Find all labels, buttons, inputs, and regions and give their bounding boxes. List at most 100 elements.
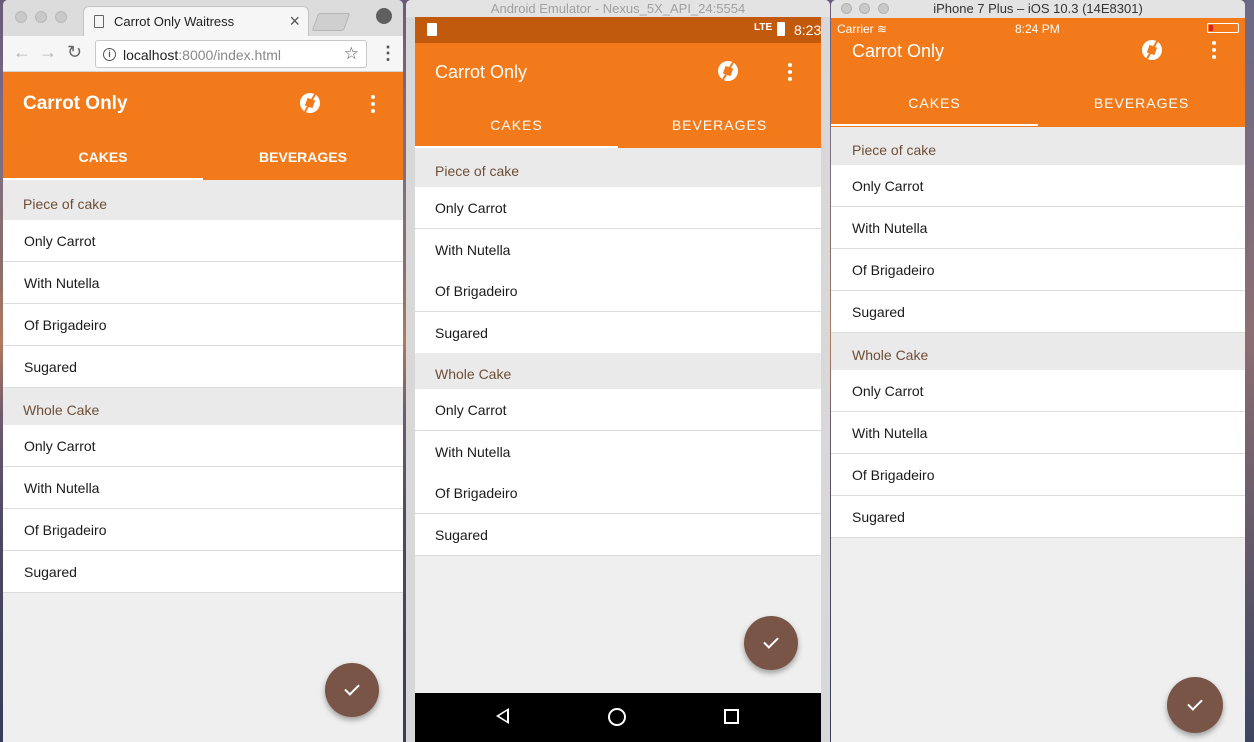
list-item[interactable]: Of Brigadeiro xyxy=(3,509,403,551)
list-item[interactable]: With Nutella xyxy=(831,207,1245,249)
address-bar[interactable]: i localhost:8000/index.html ☆ xyxy=(95,40,367,68)
list-item[interactable]: With Nutella xyxy=(3,467,403,509)
confirm-fab[interactable] xyxy=(325,663,379,717)
tab-cakes[interactable]: CAKES xyxy=(831,95,1038,111)
list-item[interactable]: With Nutella xyxy=(415,229,821,271)
reload-icon[interactable]: ↻ xyxy=(67,42,82,63)
tab-beverages[interactable]: BEVERAGES xyxy=(203,149,403,165)
item-label: Sugared xyxy=(852,509,905,525)
ios-simulator-window: iPhone 7 Plus – iOS 10.3 (14E8301) Carri… xyxy=(831,0,1245,742)
nav-home-icon[interactable] xyxy=(608,708,626,726)
ios-status-bar: Carrier ≋ 8:24 PM xyxy=(831,18,1245,38)
list-item[interactable]: With Nutella xyxy=(3,262,403,304)
item-label: With Nutella xyxy=(852,425,928,441)
list-item[interactable]: Only Carrot xyxy=(415,187,821,229)
item-label: With Nutella xyxy=(435,444,511,460)
profile-icon[interactable] xyxy=(376,8,392,24)
camera-shutter-icon[interactable] xyxy=(718,61,738,81)
confirm-fab[interactable] xyxy=(1167,677,1223,733)
browser-tab[interactable]: Carrot Only Waitress × xyxy=(83,6,309,36)
list-item[interactable]: With Nutella xyxy=(831,412,1245,454)
window-close-dot[interactable] xyxy=(15,11,27,23)
sd-card-icon xyxy=(427,23,437,36)
status-time: 8:24 PM xyxy=(1015,22,1060,36)
window-zoom-dot[interactable] xyxy=(55,11,67,23)
url-host: localhost xyxy=(123,47,179,63)
new-tab-button[interactable] xyxy=(311,13,351,31)
section-title: Piece of cake xyxy=(435,163,520,179)
item-label: Only Carrot xyxy=(852,178,924,194)
list-item[interactable]: Of Brigadeiro xyxy=(831,454,1245,496)
item-label: Only Carrot xyxy=(435,402,507,418)
more-vert-icon[interactable] xyxy=(1212,41,1216,62)
tab-cakes[interactable]: CAKES xyxy=(415,117,618,133)
list-item[interactable]: Of Brigadeiro xyxy=(831,249,1245,291)
confirm-fab[interactable] xyxy=(744,616,798,670)
check-icon xyxy=(763,633,779,649)
tab-indicator xyxy=(831,124,1038,126)
emulator-title: Android Emulator - Nexus_5X_API_24:5554 xyxy=(406,0,830,17)
more-vert-icon[interactable] xyxy=(788,63,792,84)
page-icon xyxy=(94,15,104,28)
item-label: Sugared xyxy=(435,325,488,341)
item-label: With Nutella xyxy=(24,275,100,291)
url-text[interactable]: localhost:8000/index.html xyxy=(123,47,281,63)
tab-beverages[interactable]: BEVERAGES xyxy=(618,117,821,133)
section-title: Piece of cake xyxy=(23,196,108,212)
item-label: Of Brigadeiro xyxy=(435,485,518,501)
tab-beverages[interactable]: BEVERAGES xyxy=(1038,95,1245,111)
bookmark-star-icon[interactable]: ☆ xyxy=(344,44,359,64)
list-item[interactable]: Sugared xyxy=(415,312,821,354)
browser-toolbar: ← → ↻ i localhost:8000/index.html ☆ ⋮ xyxy=(3,36,403,72)
nav-recents-icon[interactable] xyxy=(724,709,739,724)
app-web: Carrot Only CAKES BEVERAGES Piece of cak… xyxy=(3,72,403,742)
tab-cakes[interactable]: CAKES xyxy=(3,149,203,165)
camera-shutter-icon[interactable] xyxy=(1142,40,1162,60)
item-label: Of Brigadeiro xyxy=(435,283,518,299)
list-item[interactable]: Only Carrot xyxy=(3,220,403,262)
item-label: Of Brigadeiro xyxy=(852,467,935,483)
section-header: Whole Cake xyxy=(415,353,821,389)
site-info-icon[interactable]: i xyxy=(103,48,116,61)
desktop-background xyxy=(1245,0,1254,742)
window-close-dot[interactable] xyxy=(841,3,852,14)
tab-close-icon[interactable]: × xyxy=(289,11,300,32)
section-header: Piece of cake xyxy=(3,180,403,220)
check-icon xyxy=(1187,694,1203,711)
carrier-label: Carrier ≋ xyxy=(837,22,888,36)
list-item[interactable]: Sugared xyxy=(3,551,403,593)
android-status-bar: LTE 8:23 xyxy=(415,17,821,43)
list-item[interactable]: Of Brigadeiro xyxy=(3,304,403,346)
tab-strip: Carrot Only Waitress × xyxy=(3,0,403,36)
list-item[interactable]: Sugared xyxy=(831,496,1245,538)
forward-icon[interactable]: → xyxy=(39,42,57,63)
browser-menu-icon[interactable]: ⋮ xyxy=(379,43,397,64)
app-ios: Carrier ≋ 8:24 PM Carrot Only CAKES BEVE… xyxy=(831,18,1245,742)
back-icon[interactable]: ← xyxy=(13,42,31,63)
simulator-titlebar: iPhone 7 Plus – iOS 10.3 (14E8301) xyxy=(831,0,1245,18)
nav-back-icon[interactable] xyxy=(496,708,509,724)
window-minimize-dot[interactable] xyxy=(859,3,870,14)
list-item[interactable]: Only Carrot xyxy=(831,165,1245,207)
list-item[interactable]: With Nutella xyxy=(415,431,821,473)
app-bar: Carrot Only CAKES BEVERAGES xyxy=(3,72,403,180)
list-item[interactable]: Sugared xyxy=(3,346,403,388)
list-item[interactable]: Only Carrot xyxy=(831,370,1245,412)
app-title: Carrot Only xyxy=(435,62,528,82)
list-item[interactable]: Only Carrot xyxy=(3,425,403,467)
section-header: Whole Cake xyxy=(831,333,1245,370)
window-zoom-dot[interactable] xyxy=(878,3,889,14)
list-item[interactable]: Sugared xyxy=(831,291,1245,333)
section-title: Whole Cake xyxy=(23,402,100,418)
list-item[interactable]: Of Brigadeiro xyxy=(415,270,821,312)
list-item[interactable]: Sugared xyxy=(415,514,821,556)
window-minimize-dot[interactable] xyxy=(35,11,47,23)
list-item[interactable]: Only Carrot xyxy=(415,389,821,431)
camera-shutter-icon[interactable] xyxy=(300,93,320,113)
item-label: Sugared xyxy=(435,527,488,543)
more-vert-icon[interactable] xyxy=(371,95,375,116)
app-bar: Carrot Only CAKES BEVERAGES xyxy=(415,43,821,148)
list-item[interactable]: Of Brigadeiro xyxy=(415,472,821,514)
section-header: Piece of cake xyxy=(831,127,1245,165)
section-title: Whole Cake xyxy=(435,366,512,382)
